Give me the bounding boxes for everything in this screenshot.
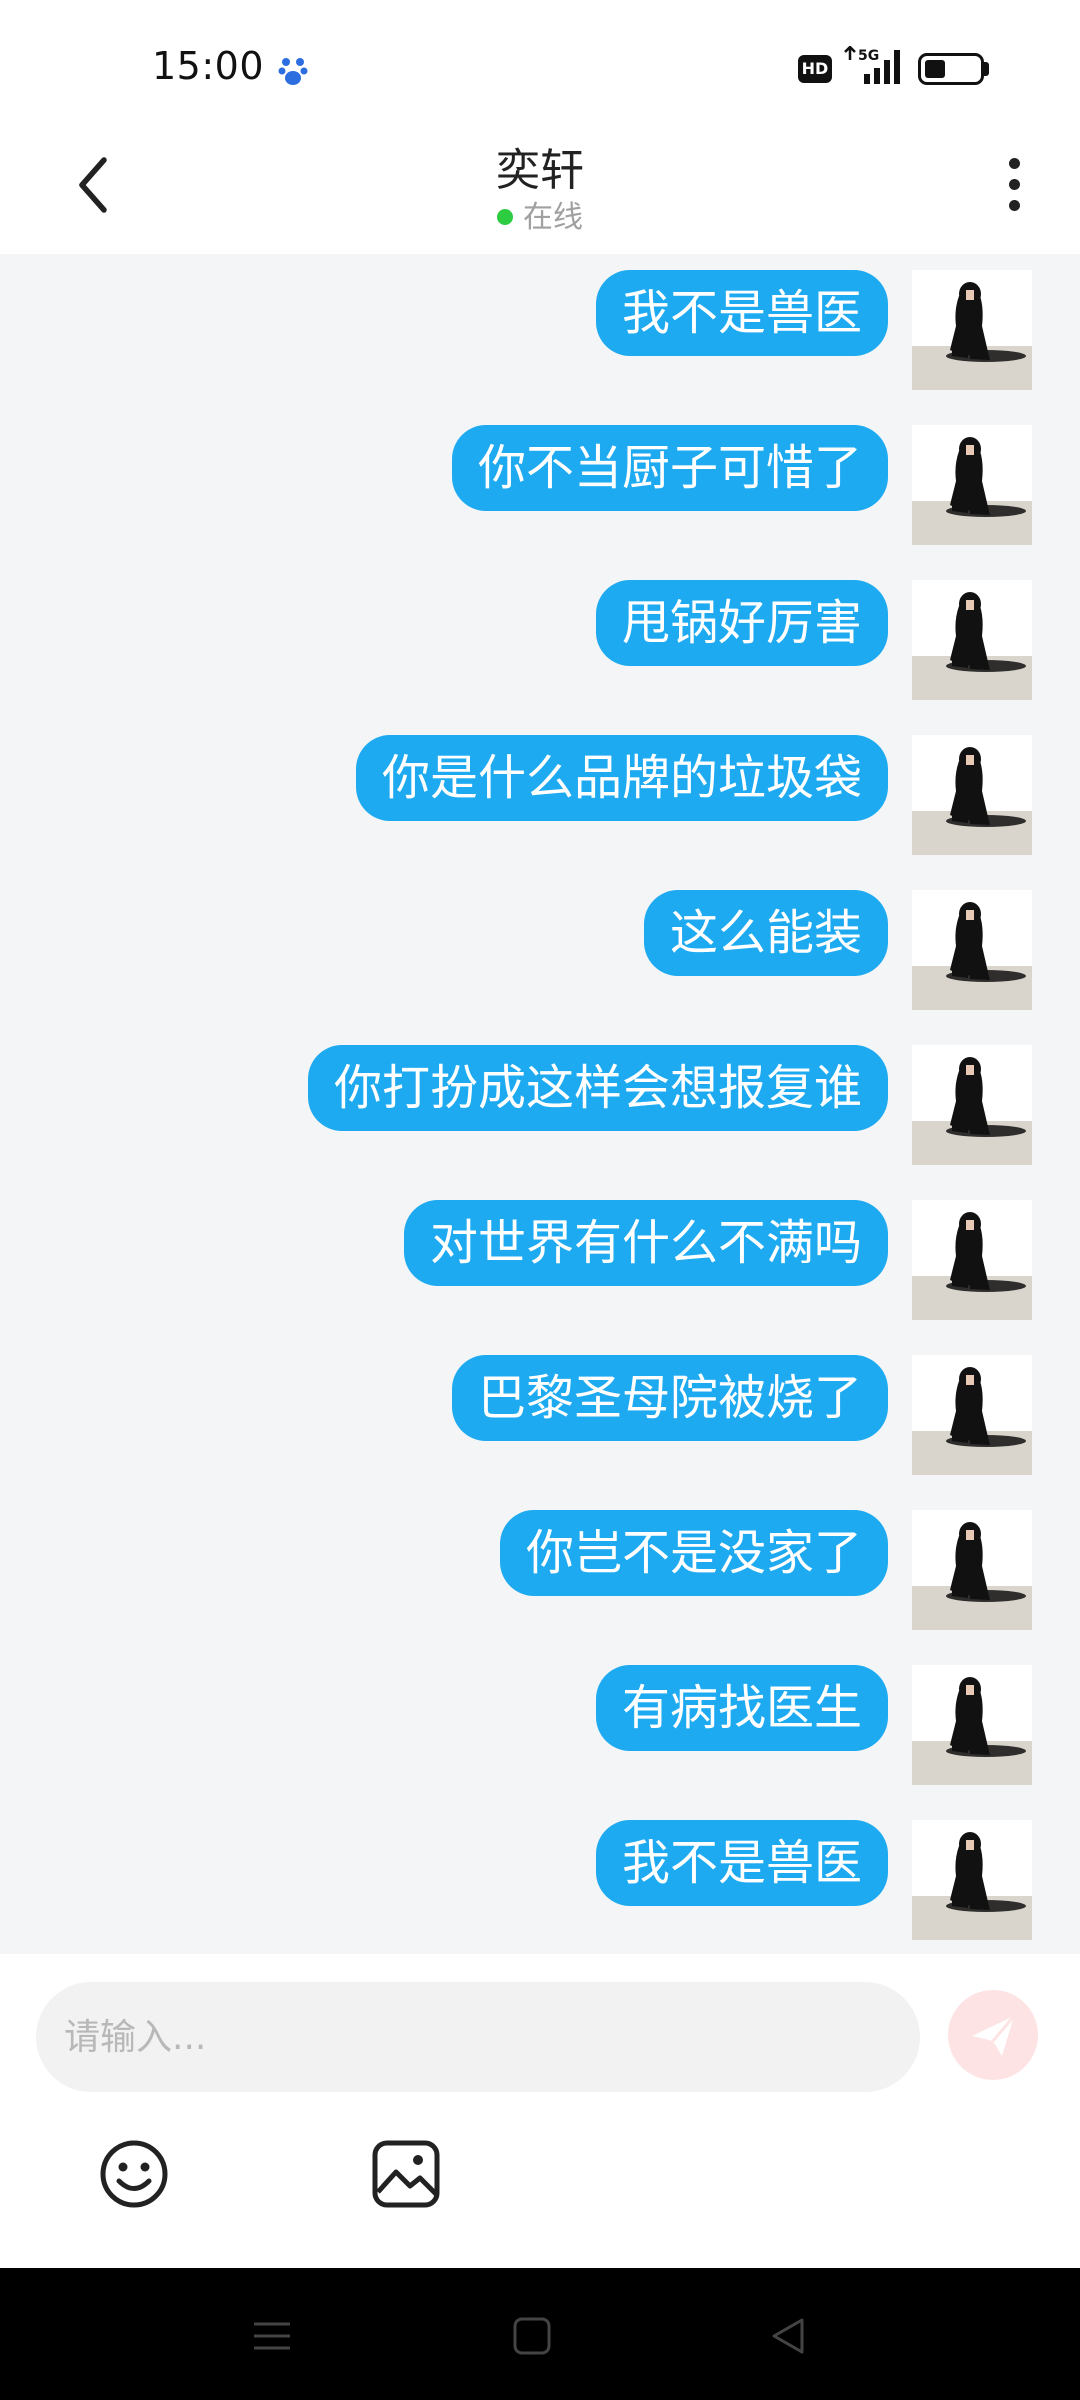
message-row: 对世界有什么不满吗 xyxy=(0,1184,1080,1320)
message-bubble[interactable]: 你是什么品牌的垃圾袋 xyxy=(355,735,888,821)
hd-badge: HD xyxy=(798,55,832,83)
message-bubble[interactable]: 你不当厨子可惜了 xyxy=(451,425,888,511)
battery-level xyxy=(925,60,945,78)
message-row: 有病找医生 xyxy=(0,1649,1080,1785)
avatar-image[interactable] xyxy=(912,890,1032,1010)
menu-icon[interactable] xyxy=(252,2316,292,2356)
contact-name: 奕轩 xyxy=(496,145,584,196)
chat-header: 奕轩 在线 xyxy=(0,120,1080,254)
message-row: 甩锅好厉害 xyxy=(0,564,1080,700)
send-button[interactable] xyxy=(948,1990,1038,2080)
online-status-text: 在线 xyxy=(523,200,583,235)
avatar-image[interactable] xyxy=(912,580,1032,700)
network-label: 5G xyxy=(858,48,879,64)
avatar-image[interactable] xyxy=(912,1045,1032,1165)
message-input[interactable] xyxy=(36,1982,920,2092)
more-dot xyxy=(1009,158,1020,169)
triangle-back-icon[interactable] xyxy=(768,2316,808,2356)
more-dot xyxy=(1009,200,1020,211)
more-dot xyxy=(1009,179,1020,190)
status-time: 15:00 xyxy=(152,44,265,88)
message-bubble[interactable]: 这么能装 xyxy=(643,890,888,976)
online-status: 在线 xyxy=(0,192,1080,236)
message-row: 你不当厨子可惜了 xyxy=(0,409,1080,545)
message-bubble[interactable]: 你打扮成这样会想报复谁 xyxy=(307,1045,888,1131)
avatar-image[interactable] xyxy=(912,425,1032,545)
paw-icon xyxy=(278,58,308,85)
avatar-image[interactable] xyxy=(912,1510,1032,1630)
avatar-image[interactable] xyxy=(912,735,1032,855)
message-input-container xyxy=(36,1982,920,2092)
message-bubble[interactable]: 有病找医生 xyxy=(595,1665,888,1751)
online-dot-icon xyxy=(497,209,513,225)
message-bubble[interactable]: 我不是兽医 xyxy=(595,1820,888,1906)
battery-tip xyxy=(984,62,989,76)
avatar-image[interactable] xyxy=(912,1355,1032,1475)
message-row: 你岂不是没家了 xyxy=(0,1494,1080,1630)
message-row: 我不是兽医 xyxy=(0,1804,1080,1940)
avatar-image[interactable] xyxy=(912,1665,1032,1785)
message-row: 你打扮成这样会想报复谁 xyxy=(0,1029,1080,1165)
message-row: 我不是兽医 xyxy=(0,254,1080,390)
message-list[interactable]: 我不是兽医 你不当厨子可惜了 甩锅好厉害 你是什么品牌的垃圾袋 这么能装 你打扮成这样会想… xyxy=(0,254,1080,1954)
avatar-image[interactable] xyxy=(912,1200,1032,1320)
message-bubble[interactable]: 甩锅好厉害 xyxy=(595,580,888,666)
more-icon[interactable] xyxy=(996,150,1032,220)
message-row: 巴黎圣母院被烧了 xyxy=(0,1339,1080,1475)
avatar-image[interactable] xyxy=(912,270,1032,390)
send-icon xyxy=(972,2015,1016,2056)
message-bubble[interactable]: 巴黎圣母院被烧了 xyxy=(451,1355,888,1441)
message-bubble[interactable]: 对世界有什么不满吗 xyxy=(403,1200,888,1286)
emoji-icon[interactable] xyxy=(98,2138,170,2210)
status-bar: 15:00 HD 5G xyxy=(0,0,1080,120)
composer-panel xyxy=(0,1954,1080,2268)
home-icon[interactable] xyxy=(512,2316,552,2356)
message-bubble[interactable]: 我不是兽医 xyxy=(595,270,888,356)
message-row: 这么能装 xyxy=(0,874,1080,1010)
system-nav-bar xyxy=(0,2268,1080,2400)
message-row: 你是什么品牌的垃圾袋 xyxy=(0,719,1080,855)
battery-icon xyxy=(918,53,984,85)
message-bubble[interactable]: 你岂不是没家了 xyxy=(499,1510,888,1596)
signal-icon: 5G xyxy=(844,46,900,84)
avatar-image[interactable] xyxy=(912,1820,1032,1940)
image-icon[interactable] xyxy=(370,2138,442,2210)
